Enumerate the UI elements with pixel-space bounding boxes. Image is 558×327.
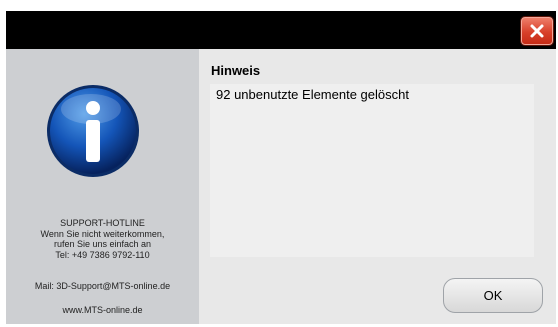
close-button[interactable] <box>521 17 553 45</box>
info-icon <box>47 85 139 177</box>
message-text: 92 unbenutzte Elemente gelöscht <box>216 87 409 102</box>
support-mail: Mail: 3D-Support@MTS-online.de <box>34 281 171 291</box>
dialog-heading: Hinweis <box>211 63 261 78</box>
message-dialog: SUPPORT-HOTLINE Wenn Sie nicht weiterkom… <box>6 11 556 324</box>
hotline-title: SUPPORT-HOTLINE <box>60 218 145 228</box>
hotline-phone: Tel: +49 7386 9792-110 <box>55 249 150 260</box>
support-sidebar: SUPPORT-HOTLINE Wenn Sie nicht weiterkom… <box>6 49 199 324</box>
support-website: www.MTS-online.de <box>62 305 143 315</box>
support-hotline: SUPPORT-HOTLINE Wenn Sie nicht weiterkom… <box>6 218 199 260</box>
hotline-text-2: rufen Sie uns einfach an <box>53 239 152 249</box>
message-panel: Hinweis 92 unbenutzte Elemente gelöscht … <box>199 49 556 324</box>
hotline-text-1: Wenn Sie nicht weiterkommen, <box>40 228 165 239</box>
title-bar <box>6 11 556 49</box>
ok-button[interactable]: OK <box>443 278 543 313</box>
message-text-box: 92 unbenutzte Elemente gelöscht <box>210 84 534 257</box>
close-x-icon <box>530 24 544 38</box>
